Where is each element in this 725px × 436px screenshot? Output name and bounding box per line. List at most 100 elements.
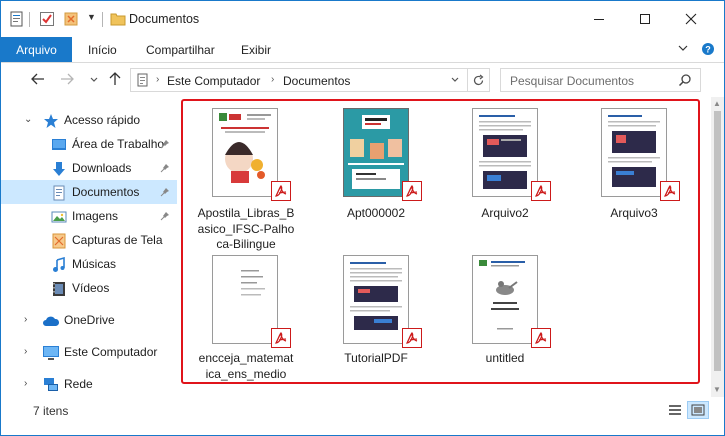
- sidebar-item-label: Área de Trabalho: [72, 137, 164, 151]
- file-list: Apostila_Libras_B asico_IFSC-Palho ca-Bili…: [181, 97, 711, 397]
- pdf-thumbnail: [343, 255, 409, 344]
- pdf-thumbnail: [472, 255, 538, 344]
- image-icon: [50, 208, 68, 226]
- sidebar-item-acesso-rapido[interactable]: ⌄ Acesso rápido: [1, 108, 177, 132]
- sidebar-item-label: Capturas de Tela: [72, 233, 163, 247]
- sidebar-item-area-de-trabalho[interactable]: Área de Trabalho: [1, 132, 177, 156]
- tab-inicio[interactable]: Início: [88, 43, 117, 57]
- navigation-pane: ⌄ Acesso rápido Área de Trabalho Downloa…: [1, 97, 181, 397]
- back-arrow-icon[interactable]: [30, 71, 46, 90]
- breadcrumb-chevron-icon[interactable]: ›: [271, 74, 274, 85]
- file-name: untitled: [485, 351, 525, 365]
- pdf-thumbnail: [472, 108, 538, 197]
- refresh-button[interactable]: [467, 69, 489, 91]
- sidebar-item-musicas[interactable]: Músicas: [1, 252, 177, 276]
- sidebar-item-label: Vídeos: [72, 281, 110, 295]
- tab-arquivo[interactable]: Arquivo: [1, 37, 72, 62]
- sidebar-item-label: Downloads: [72, 161, 132, 175]
- pdf-icon: [402, 181, 422, 201]
- pdf-thumbnail: [601, 108, 667, 197]
- cloud-icon: [42, 312, 60, 330]
- recent-locations-chevron-icon[interactable]: [89, 71, 99, 90]
- close-icon: [685, 13, 697, 25]
- expand-ribbon-chevron-icon[interactable]: [677, 42, 689, 57]
- checkmark-icon[interactable]: [39, 11, 55, 27]
- pdf-thumbnail: [343, 108, 409, 197]
- pdf-thumbnail: [212, 108, 278, 197]
- scroll-up-icon[interactable]: ▲: [713, 99, 721, 108]
- svg-text:?: ?: [705, 45, 711, 55]
- sidebar-item-documentos[interactable]: Documentos: [1, 180, 177, 204]
- sidebar-item-label: Músicas: [72, 257, 117, 271]
- download-icon: [50, 160, 68, 178]
- breadcrumb-documentos[interactable]: Documentos: [283, 74, 350, 88]
- close-button[interactable]: [668, 1, 714, 37]
- video-icon: [50, 280, 68, 298]
- sidebar-item-imagens[interactable]: Imagens: [1, 204, 177, 228]
- sidebar-item-videos[interactable]: Vídeos: [1, 276, 177, 300]
- music-icon: [50, 256, 68, 274]
- address-bar[interactable]: › Este Computador › Documentos: [130, 68, 490, 92]
- pdf-icon: [531, 181, 551, 201]
- search-input[interactable]: Pesquisar Documentos: [500, 68, 701, 92]
- sidebar-item-onedrive[interactable]: › OneDrive: [1, 308, 177, 332]
- sidebar-item-este-computador[interactable]: › Este Computador: [1, 340, 177, 364]
- file-name: Arquivo3: [610, 206, 658, 220]
- pin-icon[interactable]: [160, 186, 170, 200]
- computer-icon: [42, 344, 60, 362]
- network-icon: [42, 376, 60, 394]
- expand-chevron-icon[interactable]: ›: [24, 346, 27, 357]
- sidebar-item-label: Acesso rápido: [64, 113, 141, 127]
- breadcrumb-chevron-icon[interactable]: ›: [156, 74, 159, 85]
- file-name: TutorialPDF: [344, 351, 408, 365]
- pdf-icon: [271, 328, 291, 348]
- customize-toolbar-chevron-icon[interactable]: ▼: [87, 12, 96, 22]
- sidebar-item-rede[interactable]: › Rede: [1, 372, 177, 396]
- properties-icon[interactable]: [9, 11, 25, 27]
- sidebar-item-capturas-de-tela[interactable]: Capturas de Tela: [1, 228, 177, 252]
- minimize-button[interactable]: [576, 1, 622, 37]
- file-name: Apt000002: [346, 206, 406, 220]
- forward-arrow-icon[interactable]: [59, 71, 75, 90]
- pdf-icon: [271, 181, 291, 201]
- file-name: encceja_matemat ica_ens_medio: [198, 351, 294, 381]
- navigation-bar: › Este Computador › Documentos Pesquisar…: [1, 63, 724, 97]
- new-folder-icon[interactable]: [63, 11, 79, 27]
- sidebar-item-downloads[interactable]: Downloads: [1, 156, 177, 180]
- scrollbar-thumb[interactable]: [714, 111, 721, 371]
- expand-chevron-icon[interactable]: ›: [24, 378, 27, 389]
- tab-exibir[interactable]: Exibir: [241, 43, 271, 57]
- up-arrow-icon[interactable]: [107, 71, 123, 90]
- sidebar-item-label: Documentos: [72, 185, 140, 199]
- pdf-thumbnail: [212, 255, 278, 344]
- address-history-chevron-icon[interactable]: [445, 72, 465, 88]
- breadcrumb-este-computador[interactable]: Este Computador: [167, 74, 260, 88]
- pin-icon[interactable]: [160, 210, 170, 224]
- scroll-down-icon[interactable]: ▼: [713, 385, 721, 394]
- folder-icon: [110, 11, 126, 30]
- file-name: Arquivo2: [481, 206, 529, 220]
- minimize-icon: [594, 19, 604, 20]
- search-icon[interactable]: [678, 73, 692, 90]
- pin-icon[interactable]: [160, 162, 170, 176]
- help-icon[interactable]: ?: [701, 42, 715, 59]
- large-icons-view-button[interactable]: [687, 401, 709, 419]
- sidebar-item-label: Imagens: [72, 209, 119, 223]
- window-title: Documentos: [129, 12, 200, 26]
- maximize-button[interactable]: [622, 1, 668, 37]
- expand-chevron-icon[interactable]: ›: [24, 314, 27, 325]
- details-view-icon[interactable]: [668, 403, 682, 420]
- maximize-icon: [640, 14, 650, 24]
- vertical-scrollbar[interactable]: ▲ ▼: [711, 97, 724, 397]
- pdf-icon: [531, 328, 551, 348]
- sidebar-item-label: OneDrive: [64, 313, 115, 327]
- computer-icon: [136, 73, 150, 90]
- item-count: 7 itens: [33, 404, 69, 418]
- refresh-icon: [473, 74, 484, 85]
- large-icons-view-icon: [691, 404, 705, 416]
- pin-icon[interactable]: [160, 138, 170, 152]
- collapse-chevron-icon[interactable]: ⌄: [24, 114, 32, 125]
- sidebar-item-label: Rede: [64, 377, 93, 391]
- tab-compartilhar[interactable]: Compartilhar: [146, 43, 215, 57]
- folder-icon: [50, 232, 68, 250]
